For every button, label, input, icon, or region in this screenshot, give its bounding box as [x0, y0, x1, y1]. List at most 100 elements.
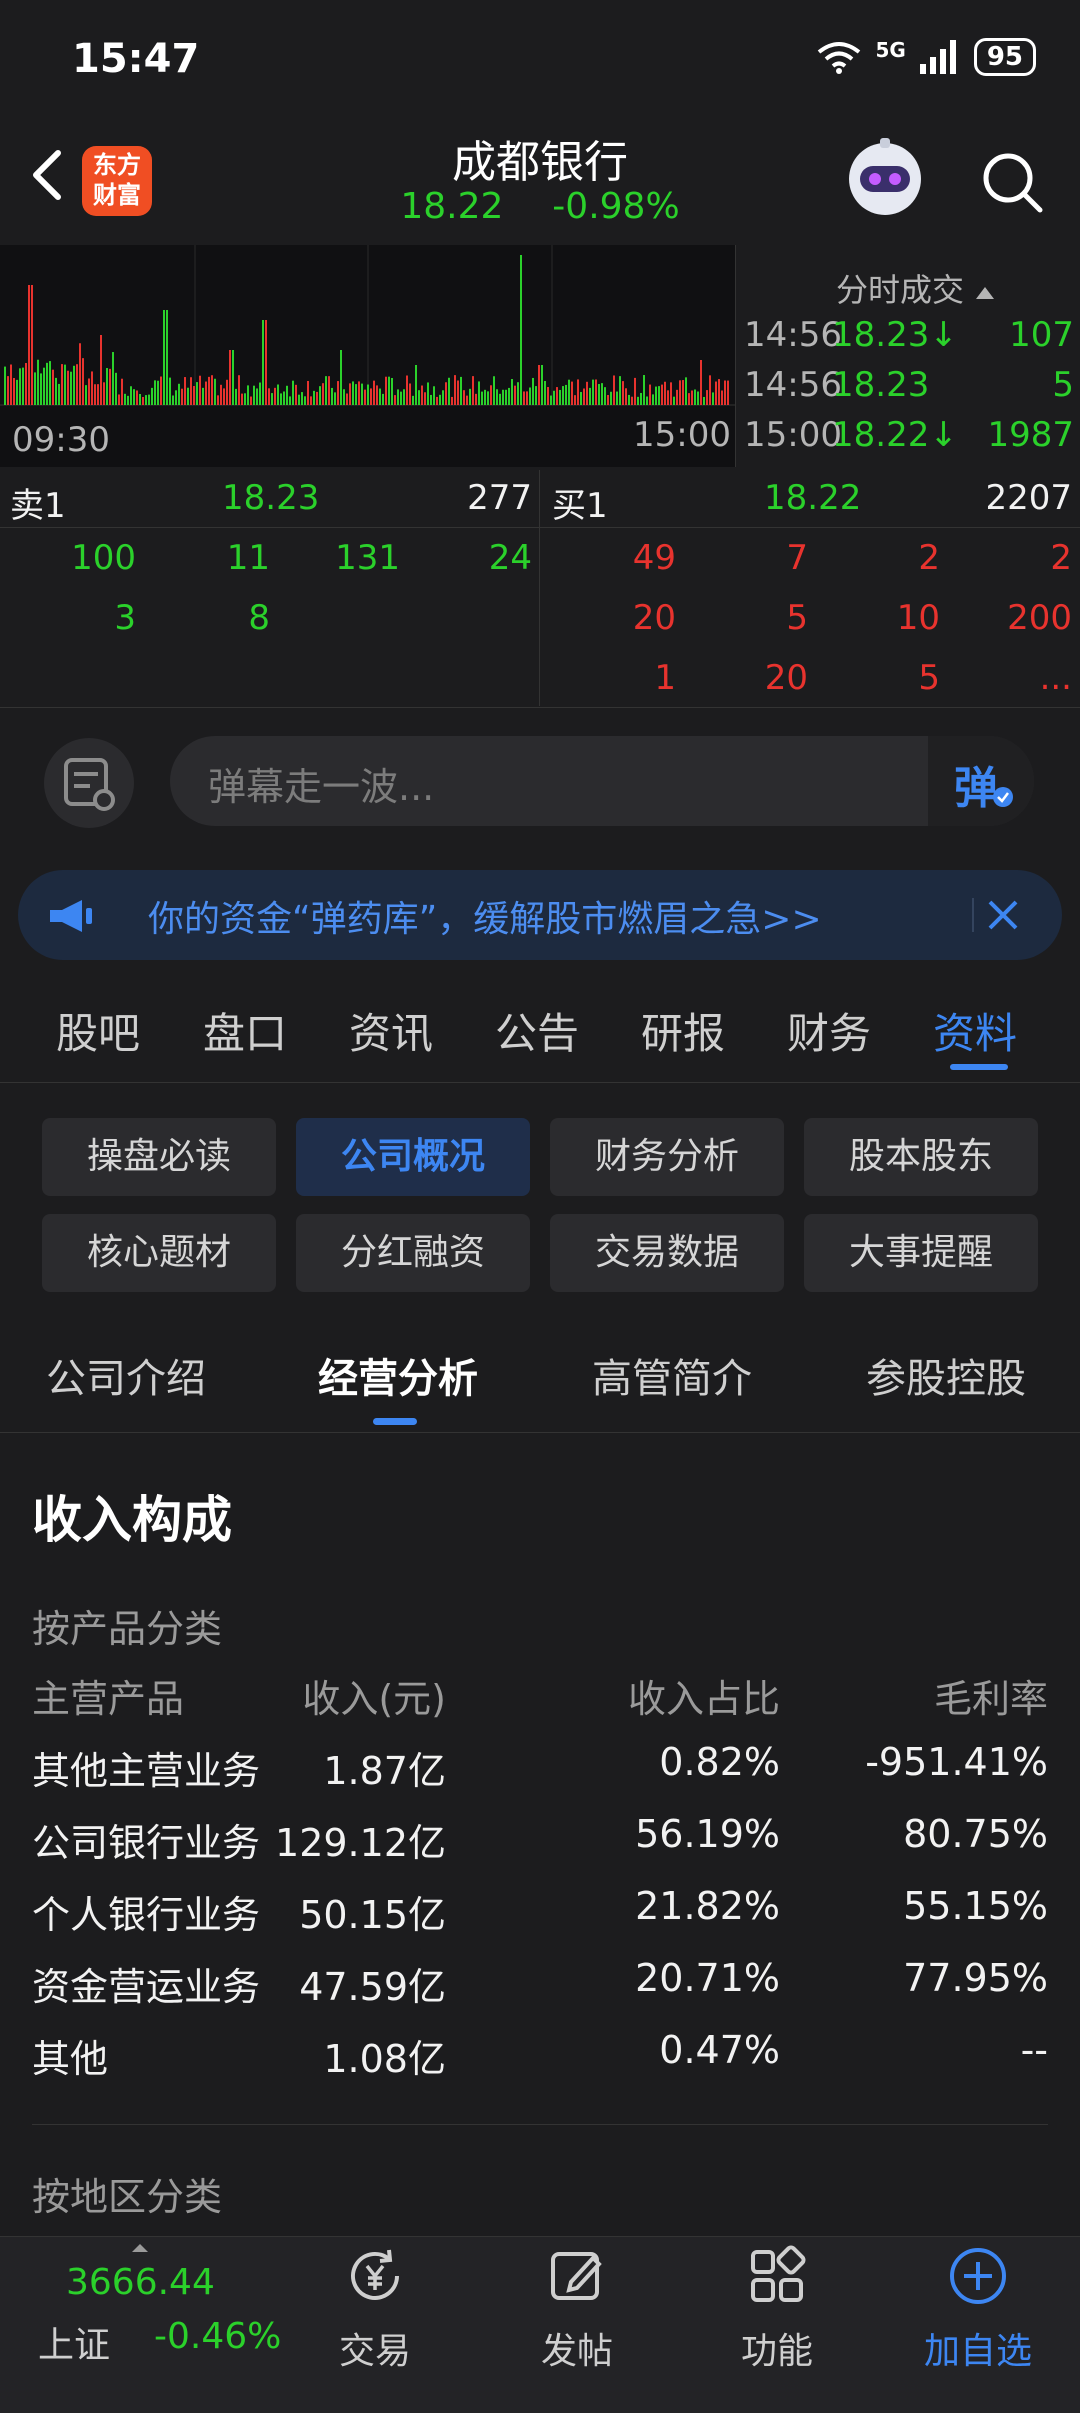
divider	[0, 527, 1080, 528]
search-icon[interactable]	[978, 148, 1048, 218]
tab-announcements[interactable]: 公告	[495, 1000, 579, 1061]
volume-bar	[124, 393, 126, 405]
index-value[interactable]: 3666.44	[66, 2262, 215, 2303]
core-themes-button[interactable]: 核心题材	[42, 1214, 276, 1292]
volume-bar	[586, 381, 588, 405]
buy-queue-item: 2	[1050, 538, 1072, 578]
volume-bar	[640, 392, 642, 405]
tab-news[interactable]: 资讯	[349, 1000, 433, 1061]
volume-bar	[277, 384, 279, 405]
volume-bar	[337, 381, 339, 405]
volume-bar	[478, 381, 480, 405]
volume-bar	[280, 393, 282, 405]
volume-bar	[463, 390, 465, 405]
volume-bar	[580, 391, 582, 405]
tab-pankou[interactable]: 盘口	[203, 1000, 287, 1061]
volume-bar	[4, 366, 6, 405]
volume-bar	[46, 362, 48, 405]
nav-label: 发帖	[540, 2331, 613, 2372]
volume-bar	[145, 395, 147, 405]
volume-bar	[457, 380, 459, 405]
volume-bar	[421, 385, 423, 405]
volume-bar	[79, 343, 81, 405]
dividend-financing-button[interactable]: 分红融资	[296, 1214, 530, 1292]
shareholders-button[interactable]: 股本股东	[804, 1118, 1038, 1196]
volume-bar	[397, 389, 399, 405]
volume-bar	[646, 396, 648, 405]
robot-assistant-icon[interactable]	[840, 134, 930, 224]
volume-bar	[454, 375, 456, 405]
nav-functions[interactable]: 功能	[712, 2244, 842, 2374]
buy-queue-item: 10	[896, 598, 940, 638]
danmu-settings-button[interactable]	[44, 738, 134, 828]
nav-trade[interactable]: 交易	[310, 2244, 440, 2374]
buy-level-label: 买1	[552, 486, 608, 526]
trading-data-button[interactable]: 交易数据	[550, 1214, 784, 1292]
tab-research[interactable]: 研报	[641, 1000, 725, 1061]
volume-bar	[16, 379, 18, 405]
volume-bar	[664, 381, 666, 405]
subtab-holdings[interactable]: 参股控股	[866, 1346, 1026, 1404]
volume-bar	[88, 378, 90, 405]
trade-ticks-panel[interactable]: 分时成交 14:56 18.23↓ 107 14:56 18.23 5 15:0…	[735, 245, 1080, 467]
volume-bar	[562, 386, 564, 405]
index-name[interactable]: 上证	[38, 2316, 110, 2368]
subtab-business-analysis[interactable]: 经营分析	[318, 1346, 478, 1404]
volume-bar	[196, 382, 198, 405]
nav-post[interactable]: 发帖	[512, 2244, 642, 2374]
sell-queue-item: 24	[488, 538, 532, 578]
volume-bar	[295, 384, 297, 405]
volume-bar	[268, 388, 270, 405]
volume-bar	[598, 384, 600, 405]
volume-bar	[91, 371, 93, 405]
volume-bar	[34, 372, 36, 405]
volume-bar	[250, 396, 252, 405]
company-overview-button[interactable]: 公司概况	[296, 1118, 530, 1196]
volume-bar	[136, 390, 138, 405]
sell-level-volume: 277	[467, 478, 532, 518]
volume-bar	[175, 390, 177, 405]
subtab-company-intro[interactable]: 公司介绍	[46, 1346, 206, 1404]
volume-bar	[370, 388, 372, 405]
yen-cycle-icon	[351, 2249, 399, 2300]
tab-guba[interactable]: 股吧	[56, 1000, 140, 1061]
volume-bar	[415, 365, 417, 405]
volume-bar	[223, 388, 225, 405]
volume-bar	[331, 387, 333, 405]
volume-bar	[622, 381, 624, 405]
volume-bar	[709, 375, 711, 405]
volume-bar	[211, 375, 213, 405]
event-reminder-button[interactable]: 大事提醒	[804, 1214, 1038, 1292]
intraday-volume-chart[interactable]	[0, 245, 735, 467]
table-header: 主营产品 收入(元) 收入占比 毛利率	[32, 1668, 1048, 1740]
volume-bar	[619, 376, 621, 405]
subtab-management[interactable]: 高管简介	[592, 1346, 752, 1404]
volume-bar	[550, 395, 552, 405]
volume-bar	[235, 388, 237, 405]
volume-bar	[85, 385, 87, 405]
trades-title: 分时成交	[836, 265, 996, 311]
volume-bar	[100, 335, 102, 405]
table-row: 其他主营业务 1.87亿 0.82% -951.41%	[32, 1740, 1048, 1793]
close-icon[interactable]	[968, 880, 1038, 950]
volume-bar	[721, 390, 723, 405]
volume-bar	[181, 388, 183, 405]
volume-bar	[595, 379, 597, 405]
volume-bar	[625, 388, 627, 405]
promo-banner-text[interactable]: 你的资金“弹药库”，缓解股市燃眉之急>>	[148, 890, 822, 942]
volume-bar	[508, 387, 510, 405]
volume-bar	[403, 389, 405, 405]
financial-analysis-button[interactable]: 财务分析	[550, 1118, 784, 1196]
edit-icon	[551, 2252, 602, 2300]
danmu-toggle-button[interactable]: 弹	[928, 736, 1034, 826]
tab-finance[interactable]: 财务	[787, 1000, 871, 1061]
volume-bar	[502, 389, 504, 405]
index-change[interactable]: -0.46%	[154, 2316, 281, 2357]
volume-bar	[658, 386, 660, 405]
trading-guide-button[interactable]: 操盘必读	[42, 1118, 276, 1196]
volume-bar	[64, 364, 66, 405]
nav-add-watchlist[interactable]: 加自选	[913, 2244, 1043, 2374]
volume-bar	[334, 392, 336, 405]
tab-profile[interactable]: 资料	[933, 1000, 1017, 1061]
volume-bar	[61, 364, 63, 405]
